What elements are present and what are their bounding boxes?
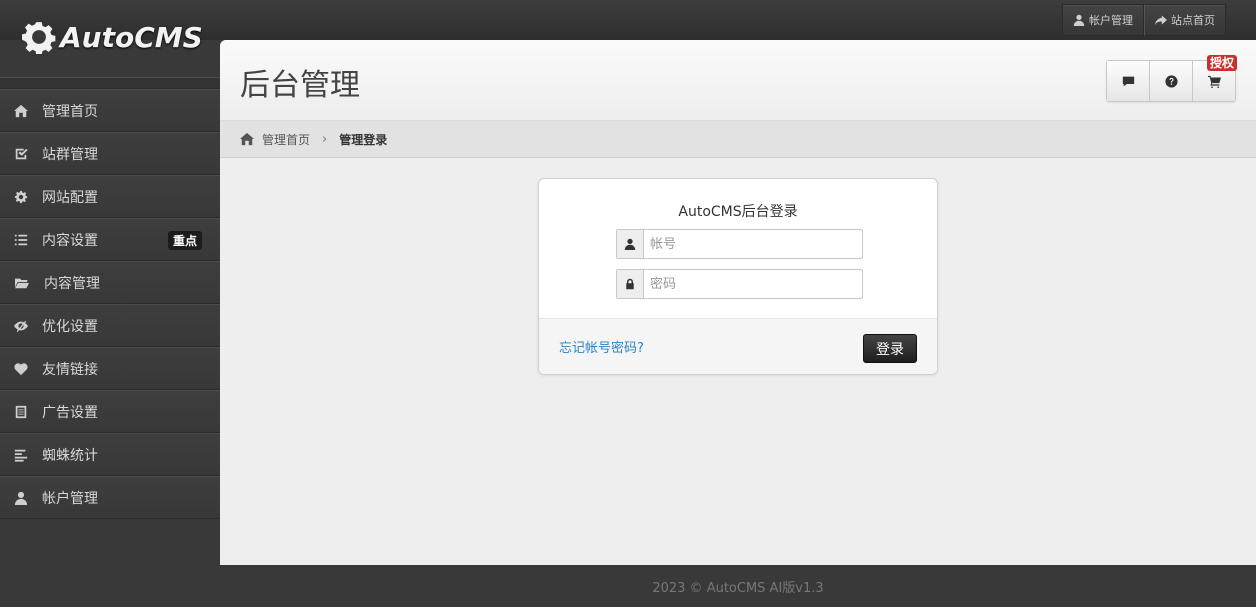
login-panel: AutoCMS后台登录 忘记帐号密码? 登录 [538, 178, 938, 375]
sidebar-item-label: 帐户管理 [42, 490, 98, 507]
sidebar-divider [0, 78, 220, 89]
chevron-right-icon: › [322, 131, 328, 147]
logo[interactable]: AutoCMS [22, 20, 203, 54]
sidebar-item-label: 优化设置 [42, 318, 98, 335]
sidebar-item-friend-links[interactable]: 友情链接 [0, 347, 220, 390]
account-link[interactable]: 帐户管理 [1062, 4, 1144, 36]
top-links: 帐户管理 站点首页 [1062, 4, 1226, 36]
site-home-link[interactable]: 站点首页 [1144, 4, 1226, 36]
username-addon [617, 230, 644, 258]
sidebar-item-label: 内容设置 [42, 232, 98, 249]
question-icon [1164, 74, 1178, 88]
sidebar-item-content-settings[interactable]: 内容设置 重点 [0, 218, 220, 261]
gear-icon [14, 190, 28, 203]
sidebar-item-label: 管理首页 [42, 103, 98, 120]
help-button[interactable] [1149, 61, 1192, 101]
copyright-text: 2023 © AutoCMS AI版v1.3 [652, 580, 824, 596]
check-icon [15, 148, 28, 159]
sidebar: 管理首页 站群管理 网站配置 内容设置 重点 内容管理 优化设置 友情链接 广告… [0, 77, 220, 566]
password-field-group [616, 269, 863, 299]
sidebar-item-optimization[interactable]: 优化设置 [0, 304, 220, 347]
footer: 2023 © AutoCMS AI版v1.3 [220, 565, 1256, 607]
password-input[interactable] [644, 270, 862, 298]
username-input[interactable] [644, 230, 862, 258]
user-icon [1073, 14, 1085, 26]
sidebar-item-label: 站群管理 [42, 146, 98, 163]
align-left-icon [14, 449, 28, 462]
site-home-link-label: 站点首页 [1171, 14, 1215, 27]
login-button[interactable]: 登录 [863, 334, 917, 363]
username-field-group [616, 229, 863, 259]
sidebar-item-site-group[interactable]: 站群管理 [0, 132, 220, 175]
main-panel: 后台管理 授权 管理首页 › 管理登录 AutoCMS后台登录 帐号 忘记帐号密… [220, 40, 1256, 565]
sidebar-item-content-management[interactable]: 内容管理 [0, 261, 220, 304]
folder-open-icon [15, 278, 29, 288]
sidebar-item-label: 内容管理 [44, 275, 100, 292]
header-button-group: 授权 [1106, 55, 1237, 102]
sidebar-item-label: 广告设置 [42, 404, 98, 421]
breadcrumb: 管理首页 › 管理登录 [220, 121, 1256, 158]
messages-button[interactable] [1107, 61, 1149, 101]
home-icon [14, 104, 28, 117]
eye-slash-icon [14, 320, 28, 332]
brand-name: AutoCMS [60, 20, 203, 54]
document-icon [15, 405, 27, 418]
gear-logo-icon [22, 22, 56, 54]
page-title: 后台管理 [240, 68, 360, 103]
user-icon [14, 491, 28, 505]
user-icon [624, 238, 636, 250]
share-icon [1155, 15, 1167, 26]
sidebar-item-ad-settings[interactable]: 广告设置 [0, 390, 220, 433]
sidebar-item-label: 蜘蛛统计 [42, 447, 98, 464]
sidebar-item-account[interactable]: 帐户管理 [0, 476, 220, 519]
login-title: AutoCMS后台登录 [678, 204, 798, 220]
sidebar-item-spider-stats[interactable]: 蜘蛛统计 [0, 433, 220, 476]
login-footer: 忘记帐号密码? 登录 [539, 318, 937, 374]
comment-icon [1122, 76, 1134, 86]
breadcrumb-current: 管理登录 [339, 132, 388, 147]
password-addon [617, 270, 644, 298]
breadcrumb-home-link[interactable]: 管理首页 [262, 131, 310, 148]
forgot-password-link[interactable]: 忘记帐号密码? [559, 337, 644, 356]
account-link-label: 帐户管理 [1089, 14, 1133, 27]
heart-icon [14, 362, 28, 375]
list-icon [14, 234, 28, 245]
cart-icon [1207, 75, 1221, 88]
sidebar-item-label: 友情链接 [42, 361, 98, 378]
cart-button[interactable]: 授权 [1192, 55, 1237, 101]
sidebar-item-label: 网站配置 [42, 189, 98, 206]
license-badge[interactable]: 授权 [1206, 55, 1237, 71]
sidebar-item-site-config[interactable]: 网站配置 [0, 175, 220, 218]
home-icon [240, 132, 254, 146]
sidebar-item-home[interactable]: 管理首页 [0, 89, 220, 132]
page-header: 后台管理 授权 [220, 40, 1256, 121]
highlight-badge: 重点 [167, 231, 202, 250]
lock-icon [626, 278, 634, 290]
